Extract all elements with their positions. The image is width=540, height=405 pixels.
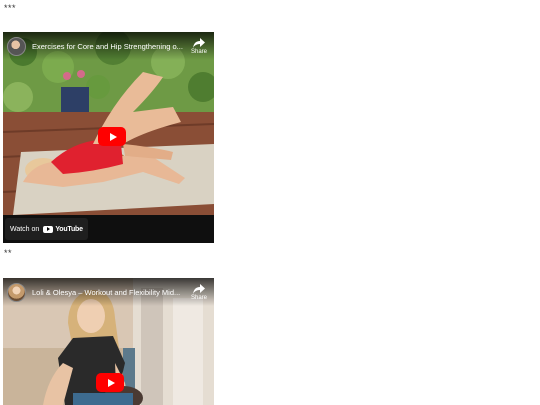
share-label: Share	[190, 48, 207, 55]
video-title[interactable]: Exercises for Core and Hip Strengthening…	[32, 42, 184, 51]
share-icon	[193, 37, 205, 48]
video-top-bar: Loli & Olesya – Workout and Flexibility …	[3, 278, 214, 306]
watch-bar: Watch on YouTube	[3, 215, 214, 243]
channel-avatar[interactable]	[7, 36, 26, 56]
play-icon	[109, 132, 117, 141]
play-icon	[107, 378, 115, 387]
play-button[interactable]	[98, 127, 126, 146]
video-embed-2[interactable]: Loli & Olesya – Workout and Flexibility …	[3, 278, 214, 405]
video-title[interactable]: Loli & Olesya – Workout and Flexibility …	[32, 288, 184, 297]
share-icon	[193, 283, 205, 294]
video-thumbnail[interactable]: Exercises for Core and Hip Strengthening…	[3, 32, 214, 215]
video-thumbnail[interactable]: Loli & Olesya – Workout and Flexibility …	[3, 278, 214, 405]
youtube-play-icon	[43, 225, 54, 233]
video-top-bar: Exercises for Core and Hip Strengthening…	[3, 32, 214, 60]
separator-top: ***	[4, 3, 17, 13]
watch-on-youtube-button[interactable]: Watch on YouTube	[5, 218, 88, 240]
youtube-wordmark: YouTube	[55, 225, 83, 233]
channel-avatar[interactable]	[7, 282, 26, 302]
youtube-logo: YouTube	[43, 225, 83, 233]
play-button[interactable]	[96, 373, 124, 392]
video-embed-1[interactable]: Exercises for Core and Hip Strengthening…	[3, 32, 214, 243]
share-button[interactable]: Share	[188, 283, 210, 301]
share-button[interactable]: Share	[188, 37, 210, 55]
share-label: Share	[190, 294, 207, 301]
separator-middle: **	[4, 248, 13, 258]
watch-on-label: Watch on	[10, 225, 40, 233]
